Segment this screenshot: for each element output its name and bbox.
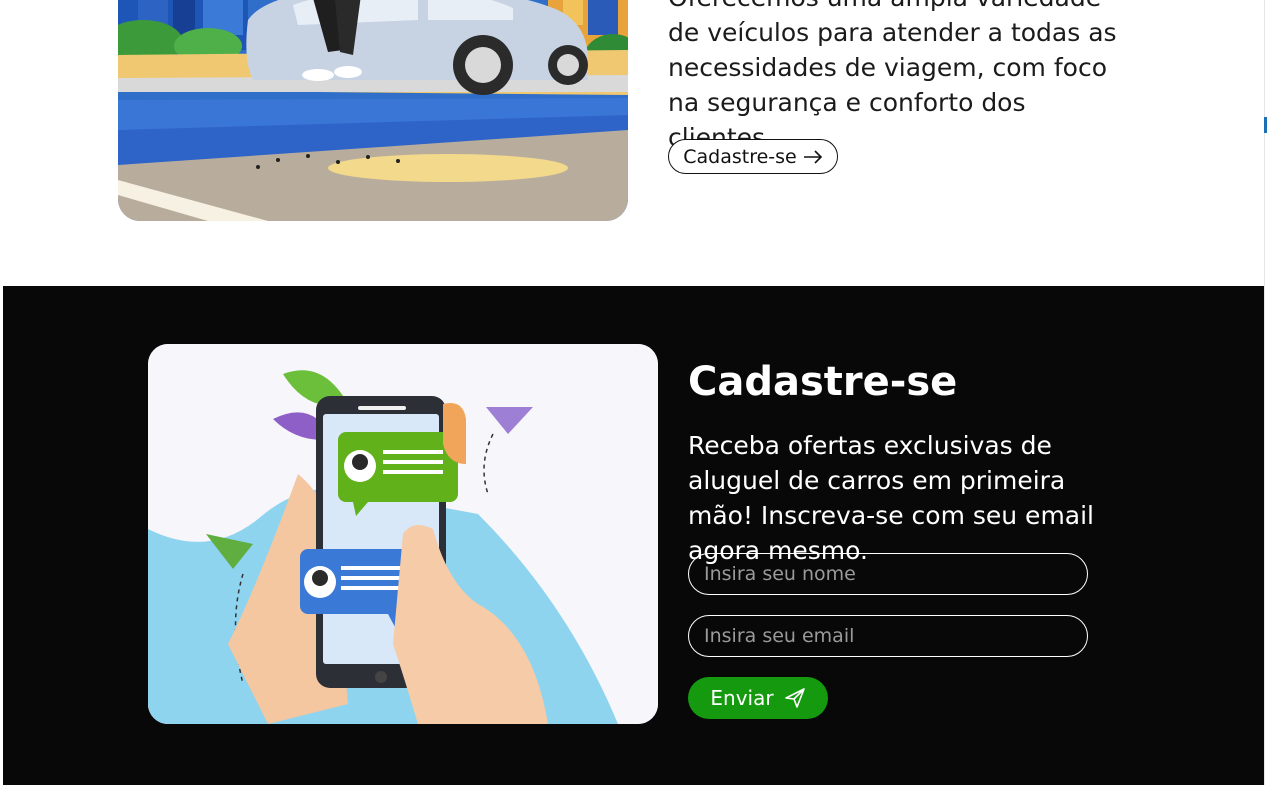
signup-button[interactable]: Cadastre-se [668,139,838,174]
send-button-label: Enviar [710,686,774,710]
phone-chat-illustration [148,344,658,724]
newsletter-section: Cadastre-se Receba ofertas exclusivas de… [3,286,1264,785]
car-illustration [118,0,628,221]
newsletter-title: Cadastre-se [688,359,958,405]
arrow-right-icon [803,149,823,164]
send-button[interactable]: Enviar [688,677,828,719]
about-description: Oferecemos uma ampla variedade de veícul… [668,0,1117,152]
about-section: Oferecemos uma ampla variedade de veícul… [3,0,1264,286]
name-input[interactable] [688,553,1088,595]
paper-plane-icon [784,687,806,709]
newsletter-description: Receba ofertas exclusivas de aluguel de … [688,431,1095,565]
email-input[interactable] [688,615,1088,657]
signup-button-label: Cadastre-se [683,145,797,168]
